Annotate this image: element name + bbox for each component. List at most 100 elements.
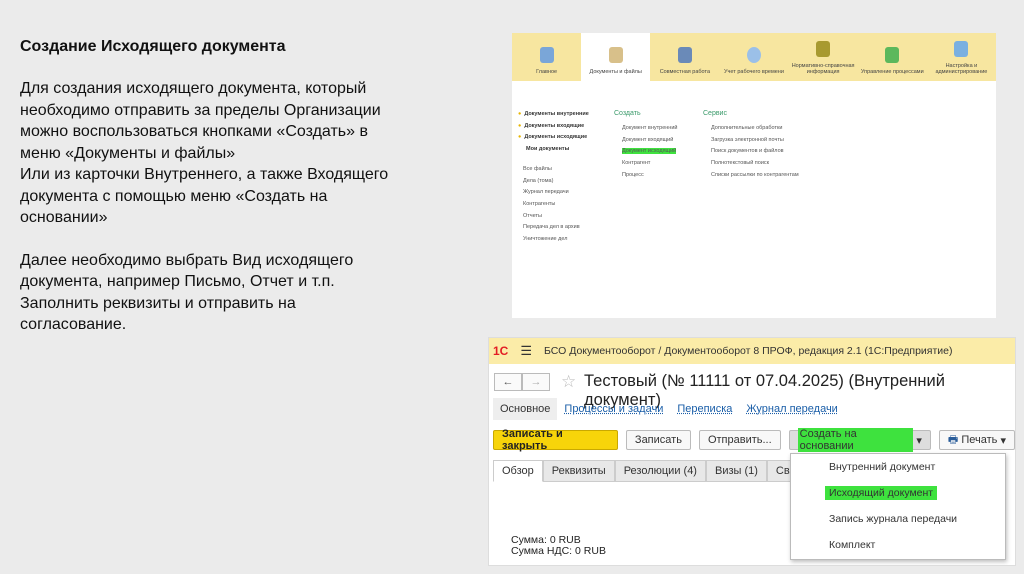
binders-icon xyxy=(816,41,831,57)
tab-visas[interactable]: Визы (1) xyxy=(705,460,767,482)
body-line: Далее необходимо выбрать Вид исходящего xyxy=(20,251,354,269)
menu-item-outgoing[interactable]: Исходящий документ xyxy=(825,486,938,500)
tab-main[interactable]: Главное xyxy=(512,33,581,81)
save-close-button[interactable]: Записать и закрыть xyxy=(493,428,618,452)
nav-link[interactable]: Дела (тома) xyxy=(523,178,580,190)
menu-item-journal[interactable]: Запись журнала передачи xyxy=(829,513,957,525)
slide-body: Для создания исходящего документа, котор… xyxy=(20,78,480,336)
tab-label: Главное xyxy=(536,69,558,75)
nav-link[interactable]: Уничтожение дел xyxy=(523,236,580,248)
tab-label: Настройка и администрирование xyxy=(935,63,988,75)
nav-link[interactable]: Передача дел в архив xyxy=(523,224,580,236)
create-outgoing-link[interactable]: Документ исходящий xyxy=(622,148,677,155)
section-main[interactable]: Основное xyxy=(493,398,558,420)
section-processes[interactable]: Процессы и задачи xyxy=(557,398,670,420)
nav-link[interactable]: Контрагенты xyxy=(523,201,580,213)
nav-link[interactable]: Мои документы xyxy=(518,146,589,158)
menu-icon[interactable]: ☰ xyxy=(520,343,532,359)
service-link[interactable]: Поиск документов и файлов xyxy=(703,148,799,160)
save-button[interactable]: Записать xyxy=(625,430,691,450)
send-button[interactable]: Отправить... xyxy=(698,430,781,450)
slide-title: Создание Исходящего документа xyxy=(20,38,286,55)
section-journal[interactable]: Журнал передачи xyxy=(739,398,844,420)
forward-button[interactable]: → xyxy=(522,373,550,391)
body-line: согласование. xyxy=(20,316,127,333)
toolbar: Записать и закрыть Записать Отправить...… xyxy=(493,428,1015,452)
service-link[interactable]: Загрузка электронной почты xyxy=(703,137,799,149)
app-title: БСО Документооборот / Документооборот 8 … xyxy=(544,345,953,357)
create-link[interactable]: Документ входящий xyxy=(614,137,678,149)
body-line: основании» xyxy=(20,209,108,226)
menu-item-set[interactable]: Комплект xyxy=(829,539,875,551)
body-line: необходимо отправить за пределы Организа… xyxy=(20,101,381,119)
document-icon xyxy=(608,47,623,63)
process-icon xyxy=(885,47,900,63)
tab-label: Документы и файлы xyxy=(589,69,642,75)
tab-reference[interactable]: Нормативно-справочная информация xyxy=(789,33,858,81)
form-tabs: Обзор Реквизиты Резолюции (4) Визы (1) С… xyxy=(493,460,805,482)
tab-details[interactable]: Реквизиты xyxy=(542,460,615,482)
create-link[interactable]: Процесс xyxy=(614,172,678,184)
tab-resolutions[interactable]: Резолюции (4) xyxy=(614,460,706,482)
create-heading: Создать xyxy=(614,110,641,117)
tab-label: Учет рабочего времени xyxy=(724,69,784,75)
nav-list: Все файлы Дела (тома) Журнал передачи Ко… xyxy=(523,166,580,248)
settings-icon xyxy=(954,41,969,57)
totals: Сумма: 0 RUB Сумма НДС: 0 RUB xyxy=(511,535,606,557)
print-button[interactable]: 🖶 Печать ▾ xyxy=(938,430,1015,450)
screenshot-document-form: 1С ☰ БСО Документооборот / Документообор… xyxy=(488,337,1016,566)
nav-link[interactable]: Все файлы xyxy=(523,166,580,178)
favorites-list: ● Документы внутренние ● Документы входящи… xyxy=(518,111,589,158)
service-list: Сервис Дополнительные обработки Загрузка… xyxy=(703,110,799,183)
body-line: Заполнить реквизиты и отправить на xyxy=(20,294,296,312)
printer-icon: 🖶 xyxy=(947,433,962,446)
service-heading: Сервис xyxy=(703,110,727,117)
star-icon: ● xyxy=(518,111,522,117)
slide-text: Создание Исходящего документа Для создан… xyxy=(20,38,480,336)
tab-label: Нормативно-справочная информация xyxy=(791,63,855,75)
create-based-button[interactable]: Создать на основании ▾ xyxy=(788,428,931,452)
service-link[interactable]: Дополнительные обработки xyxy=(703,125,799,137)
nav-link[interactable]: Отчеты xyxy=(523,213,580,225)
chevron-down-icon: ▾ xyxy=(913,434,922,447)
section-bar: Главное Документы и файлы Совместная раб… xyxy=(512,33,996,81)
favorite-star-icon[interactable]: ☆ xyxy=(561,372,576,392)
service-link[interactable]: Полнотекстовый поиск xyxy=(703,160,799,172)
link-label: Документы исходящие xyxy=(524,134,588,141)
nav-link[interactable]: ● Документы внутренние xyxy=(518,111,589,123)
nav-link[interactable]: Журнал передачи xyxy=(523,189,580,201)
create-link[interactable]: Контрагент xyxy=(614,160,678,172)
menu-item-internal[interactable]: Внутренний документ xyxy=(829,461,935,473)
create-based-dropdown: Внутренний документ Исходящий документ З… xyxy=(790,453,1006,560)
tab-overview[interactable]: Обзор xyxy=(493,460,543,482)
section-correspondence[interactable]: Переписка xyxy=(670,398,739,420)
link-label: Документы внутренние xyxy=(524,111,589,117)
body-line: Или из карточки Внутреннего, а также Вхо… xyxy=(20,166,389,183)
screenshot-documents-menu: Главное Документы и файлы Совместная раб… xyxy=(512,33,996,318)
tab-processes[interactable]: Управление процессами xyxy=(858,33,927,81)
create-list: Создать Документ внутренний Документ вхо… xyxy=(614,110,678,183)
back-button[interactable]: ← xyxy=(494,373,522,391)
button-label: Создать на основании xyxy=(797,428,914,452)
home-icon xyxy=(539,47,554,63)
nav-link[interactable]: ● Документы входящие xyxy=(518,123,589,135)
tab-documents[interactable]: Документы и файлы xyxy=(581,33,651,81)
star-icon: ● xyxy=(518,122,522,129)
star-icon: ● xyxy=(518,134,522,141)
body-line: Для создания исходящего документа, котор… xyxy=(20,80,367,97)
history-nav: ← → xyxy=(494,373,550,391)
body-line: меню «Документы и файлы» xyxy=(20,144,236,162)
tab-settings[interactable]: Настройка и администрирование xyxy=(927,33,996,81)
body-line: документа, например Письмо, Отчет и т.п. xyxy=(20,273,335,290)
body-line: можно воспользоваться кнопками «Создать»… xyxy=(20,123,368,140)
nav-link[interactable]: ● Документы исходящие xyxy=(518,134,589,146)
service-link[interactable]: Списки рассылки по контрагентам xyxy=(703,172,799,184)
link-label: Документы входящие xyxy=(524,122,585,129)
create-link[interactable]: Документ внутренний xyxy=(614,125,678,137)
1c-logo: 1С xyxy=(493,344,509,358)
body-line: документа с помощью меню «Создать на xyxy=(20,187,328,205)
tab-collaboration[interactable]: Совместная работа xyxy=(650,33,719,81)
tab-time[interactable]: Учет рабочего времени xyxy=(719,33,788,81)
app-titlebar: 1С ☰ БСО Документооборот / Документообор… xyxy=(489,338,1015,364)
